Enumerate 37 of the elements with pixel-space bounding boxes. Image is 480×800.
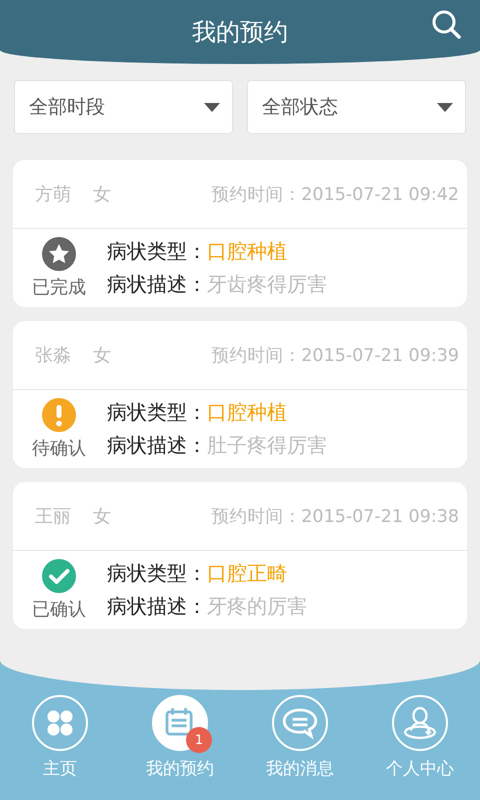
appointment-card[interactable]: 张淼 女 预约时间：2015-07-21 09:39 待确认 病状类型：口腔种植 病状描述：肚子疼得厉害 [13, 321, 467, 468]
status-label: 已确认 [32, 598, 86, 621]
dropdown-caret-icon [437, 102, 453, 112]
search-icon [431, 9, 461, 39]
symptom-description-label: 病状描述： [107, 593, 207, 620]
appointment-card[interactable]: 方萌 女 预约时间：2015-07-21 09:42 已完成 病状类型：口腔种植 病状描述：牙齿疼得厉害 [13, 160, 467, 307]
patient-gender: 女 [93, 505, 111, 528]
symptom-description-label: 病状描述： [107, 432, 207, 459]
symptom-description-value: 牙齿疼得厉害 [207, 271, 327, 298]
patient-name: 王丽 [35, 505, 71, 528]
symptom-type-value: 口腔正畸 [207, 560, 287, 587]
filter-dropdown[interactable]: 全部时段 [14, 80, 233, 134]
symptom-description-value: 肚子疼得厉害 [207, 432, 327, 459]
symptom-description-label: 病状描述： [107, 271, 207, 298]
symptom-type-value: 口腔种植 [207, 238, 287, 265]
patient-gender: 女 [93, 344, 111, 367]
symptom-description-value: 牙疼的厉害 [207, 593, 307, 620]
dropdown-caret-icon [204, 102, 220, 112]
symptom-type-label: 病状类型： [107, 560, 207, 587]
filter-dropdown[interactable]: 全部状态 [247, 80, 466, 134]
checkmark-icon [42, 559, 76, 593]
appointment-time: 预约时间：2015-07-21 09:39 [211, 345, 459, 367]
patient-name: 张淼 [35, 344, 71, 367]
patient-gender: 女 [93, 183, 111, 206]
notification-badge: 1 [186, 727, 212, 753]
symptom-type-label: 病状类型： [107, 238, 207, 265]
patient-name: 方萌 [35, 183, 71, 206]
status-label: 已完成 [32, 276, 86, 299]
appointment-time: 预约时间：2015-07-21 09:38 [211, 506, 459, 528]
status-label: 待确认 [32, 437, 86, 460]
exclamation-icon [42, 398, 76, 432]
search-button[interactable] [430, 8, 462, 40]
page-title: 我的预约 [192, 17, 288, 48]
symptom-type-label: 病状类型： [107, 399, 207, 426]
appointment-time: 预约时间：2015-07-21 09:42 [211, 184, 459, 206]
appointment-card[interactable]: 王丽 女 预约时间：2015-07-21 09:38 已确认 病状类型：口腔正畸 病状描述：牙疼的厉害 [13, 482, 467, 629]
symptom-type-value: 口腔种植 [207, 399, 287, 426]
